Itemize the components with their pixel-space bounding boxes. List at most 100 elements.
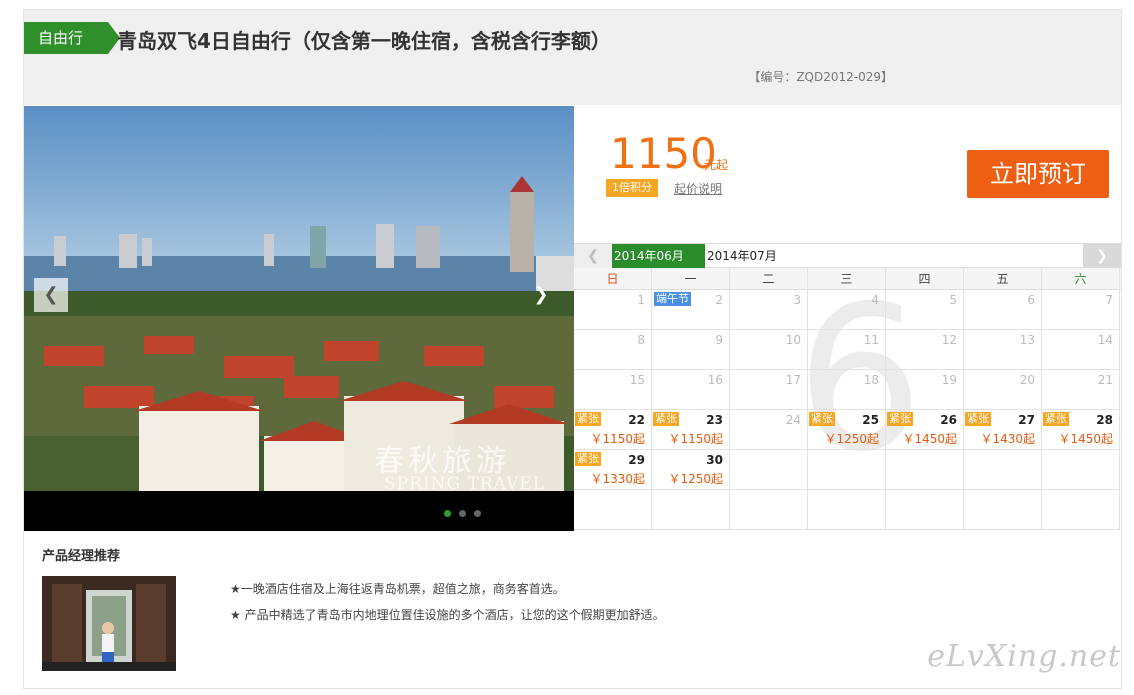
day-number: 29 bbox=[628, 453, 645, 467]
availability-badge: 紧张 bbox=[1043, 412, 1069, 426]
calendar-day bbox=[730, 450, 808, 490]
departure-calendar: ❮ 2014年06月 2014年07月 ❯ 日一二三四五六 6 1 2 端午节 3 4 5… bbox=[574, 243, 1121, 530]
product-code: 【编号：ZQD2012-029】 bbox=[748, 70, 893, 84]
day-price: ￥1250起 bbox=[668, 472, 723, 486]
calendar-day[interactable]: 28 紧张 ￥1450起 bbox=[1042, 410, 1120, 450]
day-number: 19 bbox=[941, 373, 957, 387]
slider-dot[interactable] bbox=[474, 510, 481, 517]
day-number: 18 bbox=[863, 373, 879, 387]
availability-badge: 紧张 bbox=[575, 412, 601, 426]
calendar-day[interactable]: 22 紧张 ￥1150起 bbox=[574, 410, 652, 450]
calendar-day[interactable]: 23 紧张 ￥1150起 bbox=[652, 410, 730, 450]
calendar-day: 16 bbox=[652, 370, 730, 410]
calendar-day: 14 bbox=[1042, 330, 1120, 370]
product-card: 自由行 青岛双飞4日自由行（仅含第一晚住宿，含税含行李额） 【编号：ZQD201… bbox=[23, 9, 1122, 689]
calendar-day bbox=[808, 450, 886, 490]
day-number: 1 bbox=[637, 293, 645, 307]
start-price: 1150 bbox=[610, 129, 717, 178]
calendar-day: 2 端午节 bbox=[652, 290, 730, 330]
day-number: 17 bbox=[785, 373, 801, 387]
day-price: ￥1450起 bbox=[1058, 432, 1113, 446]
availability-badge: 紧张 bbox=[575, 452, 601, 466]
calendar-day: 4 bbox=[808, 290, 886, 330]
day-price: ￥1450起 bbox=[902, 432, 957, 446]
category-tag: 自由行 bbox=[24, 22, 120, 54]
day-number: 11 bbox=[863, 333, 879, 347]
availability-badge: 紧张 bbox=[653, 412, 679, 426]
calendar-day: 18 bbox=[808, 370, 886, 410]
day-number: 30 bbox=[706, 453, 723, 467]
calendar-day bbox=[886, 450, 964, 490]
day-number: 5 bbox=[949, 293, 957, 307]
holiday-label: 端午节 bbox=[654, 292, 691, 306]
day-price: ￥1150起 bbox=[668, 432, 723, 446]
calendar-day: 1 bbox=[574, 290, 652, 330]
day-number: 25 bbox=[862, 413, 879, 427]
calendar-day bbox=[730, 490, 808, 530]
calendar-day bbox=[1042, 490, 1120, 530]
site-watermark: eLvXing.net bbox=[927, 639, 1121, 674]
calendar-day: 6 bbox=[964, 290, 1042, 330]
day-price: ￥1430起 bbox=[980, 432, 1035, 446]
calendar-day[interactable]: 25 紧张 ￥1250起 bbox=[808, 410, 886, 450]
calendar-day bbox=[1042, 450, 1120, 490]
calendar-day: 5 bbox=[886, 290, 964, 330]
next-month-icon[interactable]: ❯ bbox=[1083, 244, 1121, 268]
calendar-day: 15 bbox=[574, 370, 652, 410]
day-number: 2 bbox=[715, 293, 723, 307]
slider-dot[interactable] bbox=[459, 510, 466, 517]
day-number: 7 bbox=[1105, 293, 1113, 307]
booking-panel: 1150 元起 1倍积分 起价说明 立即预订 ❮ 2014年06月 2014年0… bbox=[574, 106, 1121, 531]
prev-month-icon[interactable]: ❮ bbox=[574, 244, 612, 268]
tab-next-month[interactable]: 2014年07月 bbox=[707, 244, 777, 268]
calendar-day: 12 bbox=[886, 330, 964, 370]
book-now-button[interactable]: 立即预订 bbox=[967, 150, 1109, 198]
calendar-day bbox=[652, 490, 730, 530]
tab-current-month[interactable]: 2014年06月 bbox=[612, 244, 705, 268]
manager-photo bbox=[42, 576, 176, 671]
day-number: 8 bbox=[637, 333, 645, 347]
calendar-day: 11 bbox=[808, 330, 886, 370]
slider-dot[interactable] bbox=[444, 510, 451, 517]
day-price: ￥1330起 bbox=[590, 472, 645, 486]
recommendation-text: ★一晚酒店住宿及上海往返青岛机票，超值之旅，商务客首选。 ★ 产品中精选了青岛市… bbox=[230, 576, 665, 628]
calendar-day: 20 bbox=[964, 370, 1042, 410]
day-number: 24 bbox=[785, 413, 801, 427]
calendar-day: 17 bbox=[730, 370, 808, 410]
calendar-day: 24 bbox=[730, 410, 808, 450]
day-number: 27 bbox=[1018, 413, 1035, 427]
calendar-day: 13 bbox=[964, 330, 1042, 370]
chevron-right-icon[interactable]: ❯ bbox=[524, 278, 558, 312]
day-number: 3 bbox=[793, 293, 801, 307]
slider-control-bar bbox=[24, 491, 574, 531]
weekday-label: 一 bbox=[652, 268, 730, 290]
calendar-day bbox=[964, 450, 1042, 490]
chevron-left-icon[interactable]: ❮ bbox=[34, 278, 68, 312]
calendar-day[interactable]: 29 紧张 ￥1330起 bbox=[574, 450, 652, 490]
calendar-day: 19 bbox=[886, 370, 964, 410]
calendar-day bbox=[808, 490, 886, 530]
day-number: 14 bbox=[1097, 333, 1113, 347]
weekday-label: 五 bbox=[964, 268, 1042, 290]
recommendation-section: 产品经理推荐 ★一晚酒店住宿及上海往返青岛机票，超值之旅，商务客首选。 ★ 产品… bbox=[24, 531, 1121, 689]
availability-badge: 紧张 bbox=[887, 412, 913, 426]
availability-badge: 紧张 bbox=[809, 412, 835, 426]
calendar-day[interactable]: 27 紧张 ￥1430起 bbox=[964, 410, 1042, 450]
price-explanation-link[interactable]: 起价说明 bbox=[674, 180, 722, 197]
calendar-grid: 6 1 2 端午节 3 4 5 6 7 8 9 10 11 12 13 14 15 16 17 18 19 20 21 22… bbox=[574, 280, 1121, 530]
photo-slider[interactable]: 春秋旅游 SPRING TRAVEL ❮ ❯ bbox=[24, 106, 574, 531]
slider-dots bbox=[444, 510, 481, 517]
day-number: 12 bbox=[941, 333, 957, 347]
weekday-label: 六 bbox=[1042, 268, 1120, 290]
calendar-day: 10 bbox=[730, 330, 808, 370]
day-number: 22 bbox=[628, 413, 645, 427]
day-number: 9 bbox=[715, 333, 723, 347]
calendar-day bbox=[964, 490, 1042, 530]
calendar-day[interactable]: 26 紧张 ￥1450起 bbox=[886, 410, 964, 450]
day-number: 20 bbox=[1019, 373, 1035, 387]
calendar-day: 21 bbox=[1042, 370, 1120, 410]
day-number: 13 bbox=[1019, 333, 1035, 347]
day-number: 26 bbox=[940, 413, 957, 427]
calendar-day[interactable]: 30 ￥1250起 bbox=[652, 450, 730, 490]
calendar-day bbox=[886, 490, 964, 530]
